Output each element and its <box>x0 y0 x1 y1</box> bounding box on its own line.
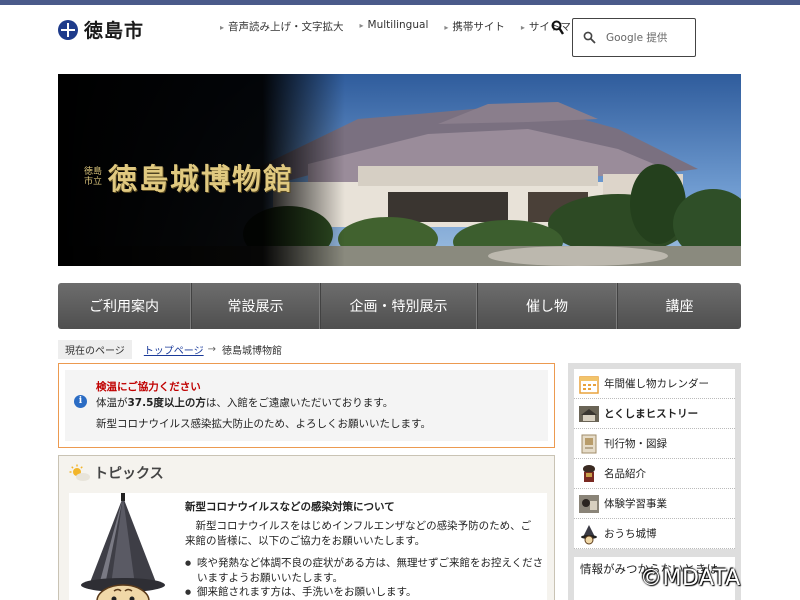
samurai-mascot-image <box>69 493 177 600</box>
book-icon <box>578 433 600 455</box>
hero-banner: 徳島 市立 徳島城博物館 <box>58 74 741 266</box>
hero-subtitle: 徳島 市立 <box>84 166 103 187</box>
search-magnifier-icon <box>583 31 596 44</box>
utility-link-multilingual[interactable]: Multilingual <box>360 19 429 34</box>
nav-item-permanent-exhibit[interactable]: 常設展示 <box>191 283 320 329</box>
site-name: 徳島市 <box>84 20 145 42</box>
site-search[interactable] <box>572 18 696 57</box>
notice-text-1: 体温が37.5度以上の方は、入館をご遠慮いただいております。 <box>96 397 394 409</box>
breadcrumb-current: 徳島城博物館 <box>222 345 283 357</box>
nav-item-guide[interactable]: ご利用案内 <box>58 283 191 329</box>
topic-body: 新型コロナウイルスをはじめインフルエンザなどの感染予防のため、ご来館の皆様に、以… <box>185 520 532 547</box>
utility-link-accessibility[interactable]: 音声読み上げ・文字拡大 <box>220 19 344 34</box>
watermark: ©MDATA <box>640 566 741 591</box>
utility-link-mobile[interactable]: 携帯サイト <box>444 19 505 34</box>
sidebar-item-label: 体験学習事業 <box>604 498 667 510</box>
breadcrumb-top-link[interactable]: トップページ <box>144 342 204 357</box>
info-icon: i <box>74 395 87 408</box>
topic-card: 新型コロナウイルスなどの感染対策について 新型コロナウイルスをはじめインフルエン… <box>69 493 547 600</box>
breadcrumb-arrow: → <box>207 343 217 355</box>
nav-item-special-exhibit[interactable]: 企画・特別展示 <box>320 283 477 329</box>
sidebar-item-label: とくしまヒストリー <box>604 408 699 420</box>
notice-title: 検温にご協力ください <box>96 381 201 393</box>
hero-title-group: 徳島 市立 徳島城博物館 <box>84 156 294 198</box>
topics-title: トピックス <box>94 466 164 482</box>
breadcrumb-label: 現在のページ <box>58 339 132 359</box>
sidebar-item-history[interactable]: とくしまヒストリー <box>574 399 735 429</box>
topic-bullets: 咳や発熱など体調不良の症状がある方は、無理せずご来館をお控えくださいますようお願… <box>185 556 545 600</box>
utility-links: 音声読み上げ・文字拡大 Multilingual 携帯サイト サイトマップ <box>220 19 592 34</box>
notice-text-2: 新型コロナウイルス感染拡大防止のため、よろしくお願いいたします。 <box>96 418 431 430</box>
list-item: 御来館されます方は、手洗いをお願いします。 <box>185 585 545 600</box>
nav-item-events[interactable]: 催し物 <box>477 283 617 329</box>
site-logo[interactable]: 徳島市 <box>58 16 144 43</box>
calendar-icon <box>578 373 600 395</box>
sidebar: 年間催し物カレンダー とくしまヒストリー 刊行物・図録 名品紹介 体験学習事業 <box>568 363 741 600</box>
castle-icon <box>578 523 600 545</box>
breadcrumb: 現在のページ トップページ → 徳島城博物館 <box>58 339 283 359</box>
list-item: 咳や発熱など体調不良の症状がある方は、無理せずご来館をお控えくださいますようお願… <box>185 556 545 585</box>
sidebar-item-calendar[interactable]: 年間催し物カレンダー <box>574 369 735 399</box>
search-icon <box>551 20 565 36</box>
topic-heading: 新型コロナウイルスなどの感染対策について <box>185 501 395 513</box>
sidebar-menu: 年間催し物カレンダー とくしまヒストリー 刊行物・図録 名品紹介 体験学習事業 <box>574 369 735 549</box>
workshop-icon <box>578 493 600 515</box>
sidebar-item-label: おうち城博 <box>604 528 657 540</box>
temperature-notice: 検温にご協力ください i 体温が37.5度以上の方は、入館をご遠慮いただいており… <box>58 363 555 448</box>
sidebar-item-masterpieces[interactable]: 名品紹介 <box>574 459 735 489</box>
city-emblem-icon <box>58 19 78 40</box>
sidebar-item-workshops[interactable]: 体験学習事業 <box>574 489 735 519</box>
sidebar-item-label: 名品紹介 <box>604 468 646 480</box>
sun-cloud-icon <box>69 464 90 481</box>
search-input[interactable] <box>606 31 676 44</box>
sidebar-item-label: 刊行物・図録 <box>604 438 667 450</box>
sidebar-item-home-museum[interactable]: おうち城博 <box>574 519 735 549</box>
history-icon <box>578 403 600 425</box>
armor-icon <box>578 463 600 485</box>
topics-section: トピックス 新型コロナウイルスなどの感染対策について 新型コロナウイルスをはじめ… <box>58 455 555 600</box>
sidebar-item-publications[interactable]: 刊行物・図録 <box>574 429 735 459</box>
global-nav: ご利用案内 常設展示 企画・特別展示 催し物 講座 <box>58 283 741 329</box>
topics-header: トピックス <box>69 463 164 483</box>
nav-item-lectures[interactable]: 講座 <box>617 283 741 329</box>
hero-title: 徳島城博物館 <box>108 162 295 196</box>
sidebar-item-label: 年間催し物カレンダー <box>604 378 709 390</box>
top-accent-bar <box>0 0 800 5</box>
